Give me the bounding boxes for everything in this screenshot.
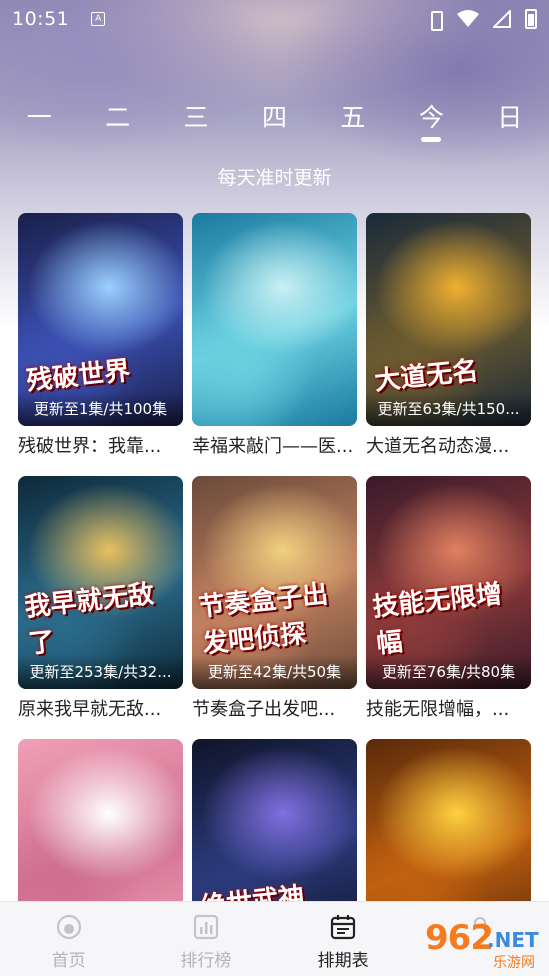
notification-icon: A — [91, 12, 106, 26]
watermark-net: .NET — [487, 928, 539, 952]
nav-item-2[interactable]: 排期表 — [275, 902, 412, 976]
signal-icon — [493, 10, 511, 28]
nav-item-0[interactable]: 首页 — [0, 902, 137, 976]
comic-card[interactable]: 我早就无敌了更新至253集/共32... 原来我早就无敌... — [18, 476, 183, 739]
status-time: 10:51 — [12, 8, 70, 30]
home-icon — [56, 914, 82, 940]
calendar-icon — [330, 914, 356, 940]
episode-label: 更新至63集/共150... — [377, 400, 520, 418]
nav-label: 排期表 — [317, 951, 369, 971]
watermark-logo: 962 .NET 乐游网 — [407, 918, 543, 972]
cover-title-art: 技能无限增幅 — [371, 579, 504, 660]
comic-title[interactable]: 技能无限增幅，... — [366, 695, 531, 721]
ranking-icon — [193, 914, 219, 940]
cover-title-art: 节奏盒子出发吧侦探 — [197, 579, 330, 660]
day-tabs: 一二三四五今日 — [0, 90, 549, 150]
comic-cover[interactable]: 节奏盒子出发吧侦探更新至42集/共50集 — [192, 476, 357, 689]
day-tab-6[interactable]: 日 — [471, 90, 549, 150]
comic-cover[interactable]: 我早就无敌了更新至253集/共32... — [18, 476, 183, 689]
comic-title[interactable]: 原来我早就无敌... — [18, 695, 183, 721]
comic-grid: 残破世界 更新至1集/共100集残破世界：我靠... 幸福来敲门——医... 大道无名… — [18, 213, 532, 976]
episode-label: 更新至1集/共100集 — [33, 400, 168, 418]
comic-title[interactable]: 大道无名动态漫... — [366, 432, 531, 458]
comic-card[interactable]: 幸福来敲门——医... — [192, 213, 357, 476]
episode-label: 更新至42集/共50集 — [207, 663, 342, 681]
comic-cover[interactable]: 大道无名 更新至63集/共150... — [366, 213, 531, 426]
day-tab-1[interactable]: 二 — [78, 90, 156, 150]
day-tab-4[interactable]: 五 — [314, 90, 392, 150]
day-tab-2[interactable]: 三 — [157, 90, 235, 150]
comic-card[interactable]: 大道无名 更新至63集/共150... 大道无名动态漫... — [366, 213, 531, 476]
nav-item-1[interactable]: 排行榜 — [137, 902, 274, 976]
episode-label: 更新至76集/共80集 — [381, 663, 516, 681]
comic-card[interactable]: 残破世界 更新至1集/共100集残破世界：我靠... — [18, 213, 183, 476]
day-tab-0[interactable]: 一 — [0, 90, 78, 150]
cover-artwork — [192, 213, 357, 426]
comic-title[interactable]: 幸福来敲门——医... — [192, 432, 357, 458]
episode-label: 更新至253集/共32... — [29, 663, 172, 681]
comic-card[interactable]: 技能无限增幅更新至76集/共80集技能无限增幅，... — [366, 476, 531, 739]
watermark-sub: 乐游网 — [493, 955, 535, 971]
comic-cover[interactable]: 残破世界 更新至1集/共100集 — [18, 213, 183, 426]
battery-icon — [525, 9, 537, 29]
status-bar: 10:51 A — [0, 0, 549, 38]
comic-cover[interactable]: 技能无限增幅更新至76集/共80集 — [366, 476, 531, 689]
day-tab-3[interactable]: 四 — [235, 90, 313, 150]
schedule-subtitle: 每天准时更新 — [217, 167, 332, 189]
wifi-icon — [457, 10, 479, 27]
day-tab-5[interactable]: 今 — [392, 90, 470, 150]
vibrate-icon — [427, 10, 443, 31]
cover-title-art: 我早就无敌了 — [23, 579, 156, 660]
watermark-number: 962 — [425, 918, 494, 958]
nav-label: 排行榜 — [180, 951, 232, 971]
comic-title[interactable]: 残破世界：我靠... — [18, 432, 183, 458]
comic-cover[interactable] — [192, 213, 357, 426]
comic-card[interactable]: 节奏盒子出发吧侦探更新至42集/共50集节奏盒子出发吧... — [192, 476, 357, 739]
comic-title[interactable]: 节奏盒子出发吧... — [192, 695, 357, 721]
nav-label: 首页 — [51, 951, 86, 971]
